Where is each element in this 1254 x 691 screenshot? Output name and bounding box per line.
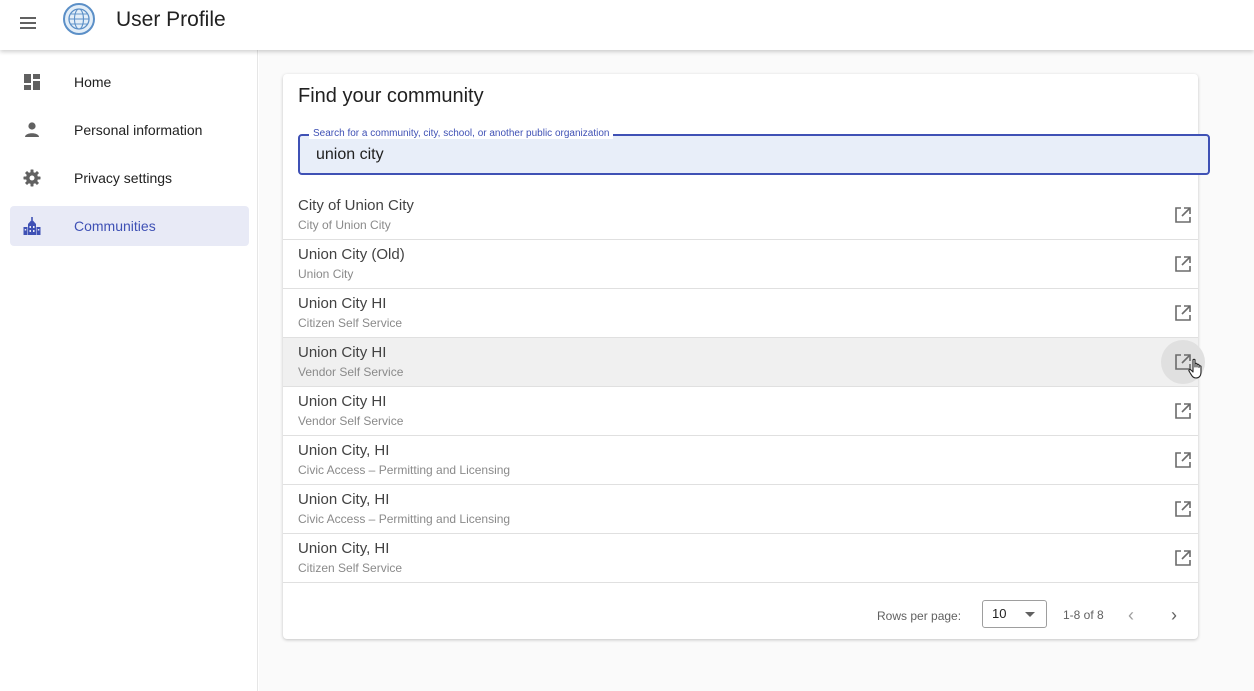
list-item[interactable]: Union City HI Vendor Self Service xyxy=(283,338,1205,387)
open-in-new-icon[interactable] xyxy=(1161,291,1205,335)
result-title: Union City HI xyxy=(298,393,387,410)
list-item[interactable]: Union City HI Vendor Self Service xyxy=(283,387,1198,436)
result-subtitle: Vendor Self Service xyxy=(298,414,404,428)
sidebar-item-communities[interactable]: Communities xyxy=(10,206,249,246)
sidebar-item-personal-information[interactable]: Personal information xyxy=(10,110,249,150)
sidebar-item-label: Privacy settings xyxy=(74,170,173,186)
hand-pointer-cursor-icon xyxy=(1188,358,1204,385)
community-search-card: Find your community Search for a communi… xyxy=(283,74,1210,639)
sidebar-item-label: Personal information xyxy=(74,122,203,138)
open-in-new-icon[interactable] xyxy=(1161,242,1205,286)
list-item[interactable]: Union City, HI Civic Access – Permitting… xyxy=(283,436,1198,485)
open-in-new-icon[interactable] xyxy=(1161,438,1205,482)
dashboard-icon xyxy=(23,73,41,91)
app-header: User Profile xyxy=(0,0,1254,50)
city-building-icon xyxy=(23,217,41,235)
open-in-new-icon[interactable] xyxy=(1161,389,1205,433)
result-subtitle: Vendor Self Service xyxy=(298,365,404,379)
list-item[interactable]: Union City HI Citizen Self Service xyxy=(283,289,1198,338)
result-title: Union City, HI xyxy=(298,442,390,459)
rows-per-page-select[interactable]: 10 xyxy=(982,600,1047,628)
main-content: Find your community Search for a communi… xyxy=(259,50,1254,691)
result-title: Union City (Old) xyxy=(298,246,405,263)
result-subtitle: Civic Access – Permitting and Licensing xyxy=(298,512,511,526)
person-icon xyxy=(23,121,41,139)
sidebar-item-home[interactable]: Home xyxy=(10,62,249,102)
page-title: User Profile xyxy=(116,8,226,31)
result-title: Union City, HI xyxy=(298,540,390,557)
open-in-new-icon[interactable] xyxy=(1161,536,1205,580)
search-input[interactable] xyxy=(316,146,1176,164)
pagination-range: 1-8 of 8 xyxy=(1063,608,1104,622)
globe-logo-icon xyxy=(62,2,96,36)
sidebar: Home Personal information Privacy settin… xyxy=(0,50,258,691)
card-title: Find your community xyxy=(298,85,484,107)
result-subtitle: Citizen Self Service xyxy=(298,561,403,575)
gear-icon xyxy=(23,169,41,187)
list-item[interactable]: Union City, HI Civic Access – Permitting… xyxy=(283,485,1198,534)
rows-per-page-value: 10 xyxy=(992,606,1007,621)
result-subtitle: Union City xyxy=(298,267,354,281)
dropdown-arrow-icon xyxy=(1025,612,1035,617)
sidebar-item-privacy-settings[interactable]: Privacy settings xyxy=(10,158,249,198)
next-page-button[interactable]: › xyxy=(1160,601,1188,629)
result-subtitle: Civic Access – Permitting and Licensing xyxy=(298,463,511,477)
list-item[interactable]: City of Union City City of Union City xyxy=(283,191,1198,240)
result-title: Union City HI xyxy=(298,295,387,312)
sidebar-item-label: Communities xyxy=(74,218,156,234)
results-list: City of Union City City of Union City Un… xyxy=(283,191,1205,583)
open-in-new-icon[interactable] xyxy=(1161,193,1205,237)
result-title: Union City, HI xyxy=(298,491,390,508)
sidebar-item-label: Home xyxy=(74,74,112,90)
result-title: Union City HI xyxy=(298,344,387,361)
open-in-new-icon[interactable] xyxy=(1161,487,1205,531)
hamburger-menu-icon[interactable] xyxy=(18,13,38,33)
result-subtitle: City of Union City xyxy=(298,218,391,232)
result-title: City of Union City xyxy=(298,197,414,214)
list-item[interactable]: Union City (Old) Union City xyxy=(283,240,1198,289)
result-subtitle: Citizen Self Service xyxy=(298,316,403,330)
list-item[interactable]: Union City, HI Citizen Self Service xyxy=(283,534,1198,583)
rows-per-page-label: Rows per page: xyxy=(877,609,962,623)
search-label: Search for a community, city, school, or… xyxy=(309,128,614,139)
previous-page-button[interactable]: ‹ xyxy=(1117,601,1145,629)
pagination-footer: Rows per page: 10 1-8 of 8 ‹ › xyxy=(283,594,1198,638)
community-search-field[interactable]: Search for a community, city, school, or… xyxy=(298,128,1210,175)
